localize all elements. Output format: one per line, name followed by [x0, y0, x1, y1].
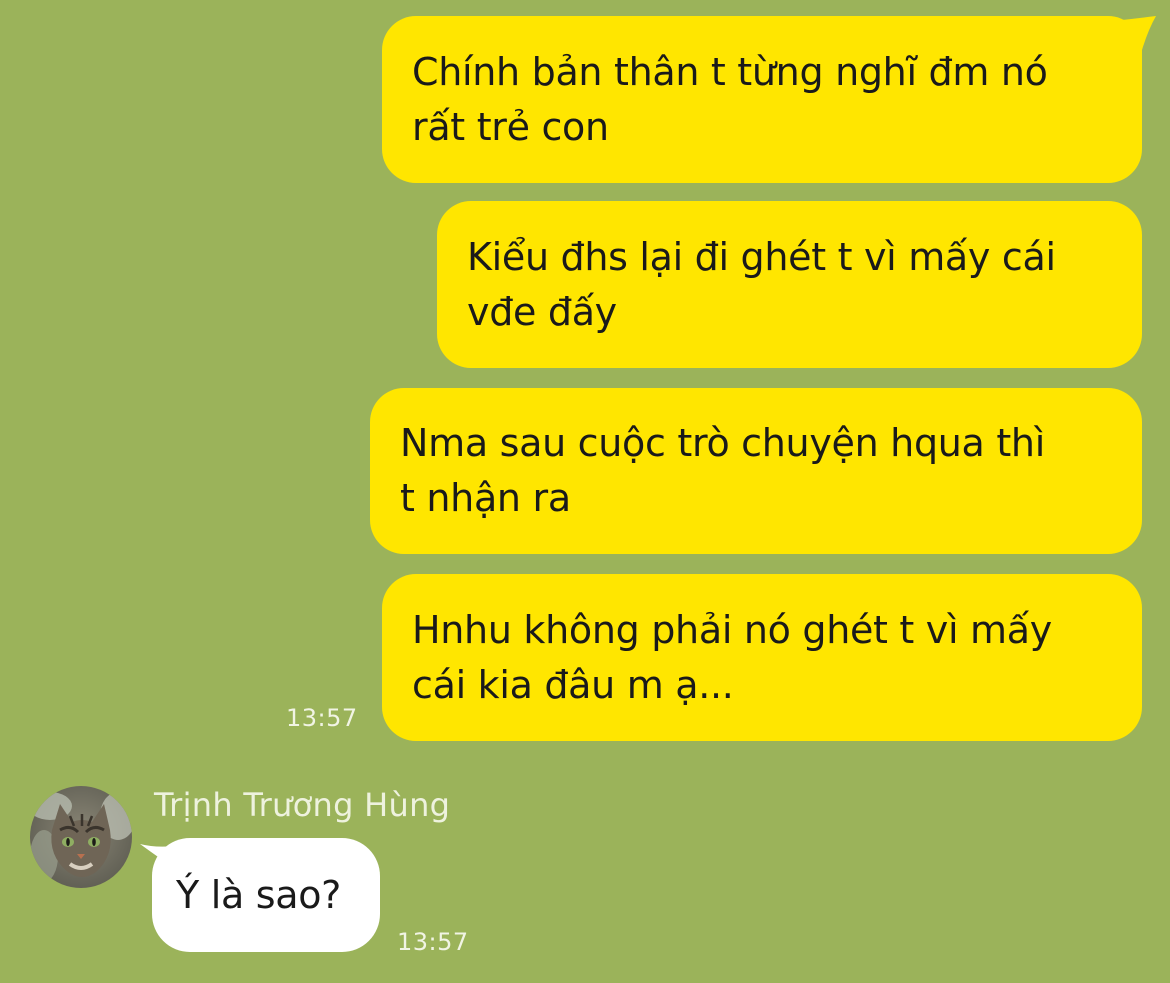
incoming-message[interactable]: Ý là sao?: [152, 838, 380, 952]
outgoing-message[interactable]: Hnhu không phải nó ghét t vì mấy cái kia…: [382, 574, 1142, 741]
outgoing-message[interactable]: Chính bản thân t từng nghĩ đm nó rất trẻ…: [382, 16, 1142, 183]
chat-view: Chính bản thân t từng nghĩ đm nó rất trẻ…: [0, 0, 1170, 983]
outgoing-message[interactable]: Nma sau cuộc trò chuyện hqua thì t nhận …: [370, 388, 1142, 554]
cat-avatar-icon[interactable]: [30, 786, 132, 888]
outgoing-message[interactable]: Kiểu đhs lại đi ghét t vì mấy cái vđe đấ…: [437, 201, 1142, 368]
sender-name: Trịnh Trương Hùng: [154, 786, 451, 824]
message-timestamp: 13:57: [397, 928, 469, 956]
message-timestamp: 13:57: [286, 704, 358, 732]
